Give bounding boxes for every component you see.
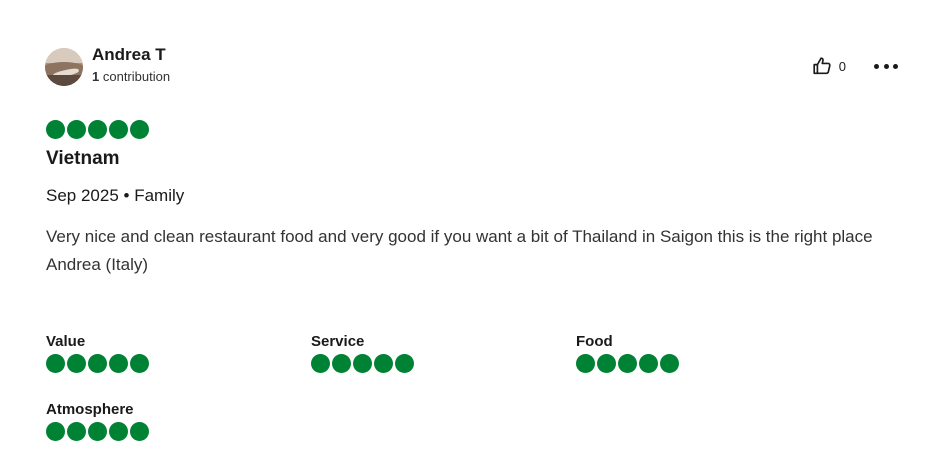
subrating-label: Food (576, 333, 613, 350)
rating-bubble (660, 354, 679, 373)
review-body: Very nice and clean restaurant food and … (46, 223, 906, 279)
rating-bubble (46, 354, 65, 373)
reviewer-header: Andrea T 1 contribution (45, 45, 170, 86)
review-text: Very nice and clean restaurant food and … (46, 227, 873, 246)
more-options-icon[interactable] (874, 55, 898, 77)
avatar[interactable] (45, 48, 83, 86)
subrating-bubbles (46, 354, 150, 373)
rating-bubble (395, 354, 414, 373)
subrating-atmosphere: Atmosphere (46, 401, 150, 441)
subrating-label: Atmosphere (46, 401, 134, 418)
rating-bubble (130, 354, 149, 373)
subrating-food: Food (576, 333, 680, 373)
review-meta: Sep 2025 • Family (46, 186, 185, 205)
rating-bubble (311, 354, 330, 373)
review-actions: 0 (811, 55, 898, 77)
subrating-label: Value (46, 333, 86, 350)
rating-bubble (374, 354, 393, 373)
rating-bubble (67, 120, 86, 139)
rating-bubble (88, 354, 107, 373)
rating-bubble (46, 120, 65, 139)
rating-bubble (597, 354, 616, 373)
subrating-label: Service (311, 333, 365, 350)
rating-bubble (353, 354, 372, 373)
rating-bubble (67, 422, 86, 441)
helpful-count: 0 (838, 58, 846, 74)
contribution-count: 1 contribution (92, 69, 170, 85)
contribution-number: 1 (92, 69, 100, 84)
subrating-service: Service (311, 333, 415, 373)
review-signature: Andrea (Italy) (46, 255, 149, 274)
rating-bubble (67, 354, 86, 373)
rating-bubble (130, 422, 149, 441)
subrating-bubbles (46, 422, 150, 441)
rating-bubble (88, 422, 107, 441)
subrating-bubbles (311, 354, 415, 373)
rating-bubble (576, 354, 595, 373)
subrating-bubbles (576, 354, 680, 373)
thumbs-up-icon (813, 57, 831, 75)
rating-bubble (332, 354, 351, 373)
rating-bubble (109, 120, 128, 139)
contribution-label: contribution (102, 69, 171, 84)
review-title[interactable]: Vietnam (46, 148, 120, 170)
rating-bubble (109, 354, 128, 373)
reviewer-info: Andrea T 1 contribution (92, 45, 170, 85)
rating-bubble (46, 422, 65, 441)
rating-bubble (639, 354, 658, 373)
rating-bubble (109, 422, 128, 441)
reviewer-name[interactable]: Andrea T (92, 45, 170, 65)
rating-bubble (618, 354, 637, 373)
rating-bubble (88, 120, 107, 139)
rating-bubble (130, 120, 149, 139)
subrating-value: Value (46, 333, 150, 373)
review-card: Andrea T 1 contribution 0 Vietnam Sep 20… (0, 0, 940, 467)
helpful-vote-button[interactable]: 0 (811, 55, 846, 77)
overall-rating-bubbles (46, 120, 150, 139)
